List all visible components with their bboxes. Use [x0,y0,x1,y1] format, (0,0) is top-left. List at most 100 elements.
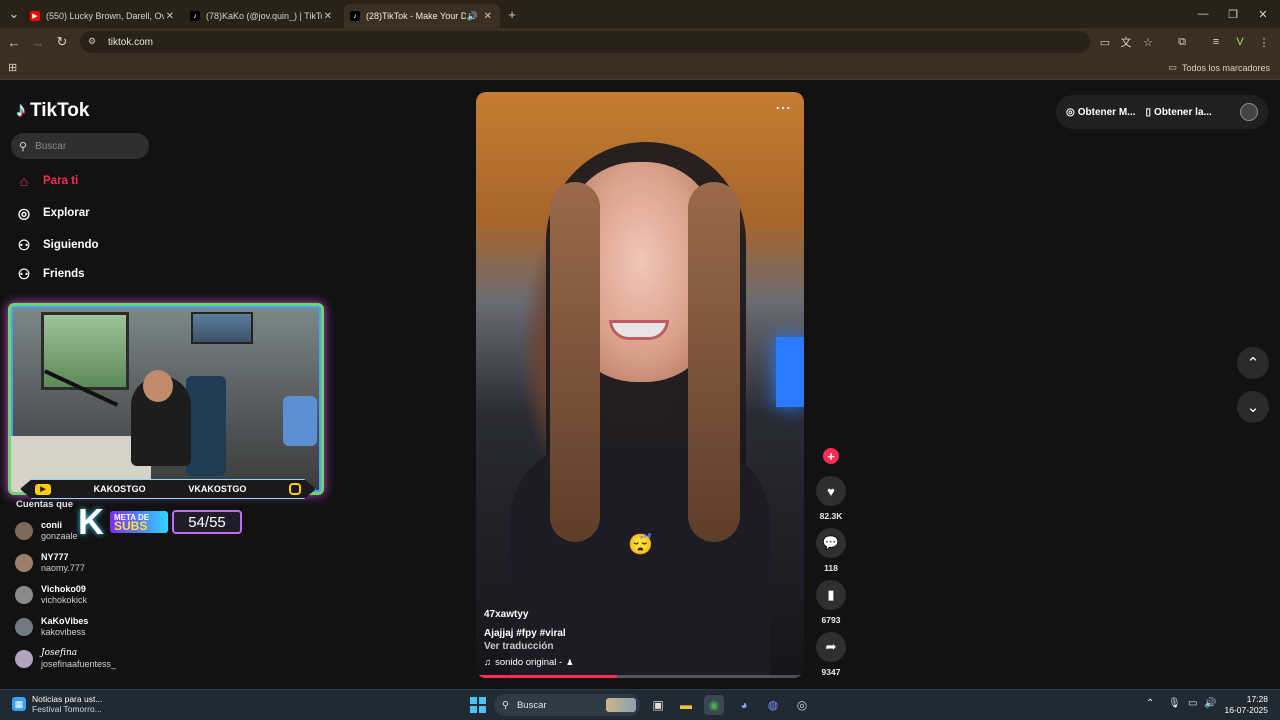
nav-explorar[interactable]: ◎ Explorar [15,202,90,224]
nav-para-ti[interactable]: ⌂ Para ti [15,170,78,192]
like-count: 82.3K [819,511,843,521]
heart-icon[interactable]: ♥ [816,476,846,506]
get-app-button[interactable]: ▯ Obtener la... [1146,107,1212,118]
news-icon: ▦ [12,697,26,711]
stream-webcam-overlay [8,303,324,495]
nav-siguiendo[interactable]: ⚇ Siguiendo [15,234,99,256]
tiktok-logo[interactable]: ♪ TikTok [16,99,89,122]
tab-tiktok-feed[interactable]: ♪ (28)TikTok - Make Your Day 🔊 ✕ [344,4,500,28]
file-explorer-icon[interactable]: ▬ [676,695,696,715]
follow-plus-button[interactable]: + [823,448,839,464]
restore-button[interactable]: ❐ [1216,0,1250,28]
tab-youtube[interactable]: ▶ (550) Lucky Brown, Darell, Ovy ✕ [24,4,182,28]
menu-icon[interactable]: ⋮ [1254,32,1274,52]
back-button[interactable]: ← [4,32,24,52]
previous-video-button[interactable]: ⌃ [1237,347,1269,379]
account-handle: kakovibess [41,627,86,637]
more-options-icon[interactable]: ⋯ [775,98,792,118]
account-item[interactable]: conii gonzaale [15,517,78,545]
volume-icon[interactable]: 🔊 [1204,698,1216,709]
webcam-water-jug [283,396,317,446]
profile-icon[interactable]: V [1230,32,1250,52]
save-action[interactable]: ▮ 6793 [816,580,846,625]
comment-icon[interactable]: 💬 [816,528,846,558]
steam-icon[interactable]: ◎ [792,695,812,715]
youtube-icon: ▶ [35,483,51,495]
account-item[interactable]: Vichoko09 vichokokick [15,581,87,609]
close-tab-icon[interactable]: ✕ [484,11,492,22]
search-highlight-image [606,698,636,712]
video-subject-hair [550,182,600,542]
share-action[interactable]: ➦ 9347 [816,632,846,677]
sound-link[interactable]: ♫ sonido original - ♟ [484,657,573,668]
share-icon[interactable]: ➦ [816,632,846,662]
see-translation-link[interactable]: Ver traducción [484,641,573,652]
tiktok-logo-icon: ♪ [16,99,26,121]
news-widget[interactable]: ▦ Noticias para ust... Festival Tomorro.… [12,694,102,714]
comment-count: 118 [824,563,838,573]
account-handle: vichokokick [41,595,88,605]
account-item[interactable]: KaKoVibes kakovibess [15,613,88,641]
stream-socials-bar: ▶ KAKOSTGO VKAKOSTGO [20,479,316,499]
forward-button[interactable]: → [28,32,48,52]
system-clock[interactable]: 17:28 16-07-2025 [1225,694,1268,716]
close-tab-icon[interactable]: ✕ [324,11,332,22]
instagram-icon [289,483,301,495]
get-coins-button[interactable]: ◎ Obtener M... [1066,107,1136,118]
logo-text: TikTok [30,99,90,121]
chevron-up-icon[interactable]: ⌃ [1146,698,1154,709]
sound-avatar-icon: ♟ [566,658,574,667]
minimize-button[interactable]: — [1186,0,1220,28]
windows-start-icon[interactable] [470,697,486,713]
search-input[interactable] [35,140,136,152]
media-control-icon[interactable]: ≡ [1206,32,1226,52]
account-name: conii [41,520,63,530]
cast-icon[interactable]: ▭ [1095,32,1115,52]
coin-icon: ◎ [1066,106,1075,118]
taskbar-search-label: Buscar [516,699,547,711]
search-box[interactable]: ⚲ [11,133,149,159]
profile-avatar[interactable] [1240,103,1258,121]
all-bookmarks-button[interactable]: ▭ Todos los marcadores [1168,62,1270,73]
home-icon: ⌂ [19,173,29,189]
taskbar-search[interactable]: ⚲ Buscar [494,694,640,716]
bookmark-icon[interactable]: ▮ [816,580,846,610]
video-description: Ajajjaj #fpy #viral [484,628,566,639]
apps-grid-icon[interactable]: ⊞ [8,61,17,74]
app-icon[interactable]: ◍ [763,695,783,715]
tab-search-button[interactable]: ⌄ [4,4,24,24]
close-tab-icon[interactable]: ✕ [166,11,174,22]
video-progress-fill [476,675,618,678]
account-handle: josefinaafuentess_ [41,659,117,669]
video-progress-bar[interactable] [476,675,804,678]
microphone-icon[interactable]: 🎙 [1168,698,1181,709]
goal-count: 54/55 [172,510,242,534]
nav-label: Siguiendo [43,239,99,251]
like-action[interactable]: ♥ 82.3K [816,476,846,521]
chrome-icon[interactable]: ◉ [704,695,724,715]
address-bar[interactable]: ⚙ tiktok.com [80,31,1090,53]
tab-tiktok-profile[interactable]: ♪ (78)KaKo (@jov.quin_) | TikTok ✕ [184,4,340,28]
speaker-icon[interactable]: 🔊 [467,11,478,22]
display-icon[interactable]: ▭ [1188,698,1197,709]
discord-icon[interactable]: ◕ [734,695,754,715]
new-tab-button[interactable]: + [502,4,522,24]
close-window-button[interactable]: ✕ [1246,0,1280,28]
translate-icon[interactable]: 文 [1116,32,1136,52]
task-view-icon[interactable]: ▣ [648,695,668,715]
account-item[interactable]: NY777 naomy.777 [15,549,85,577]
url-text: tiktok.com [108,36,154,48]
comment-action[interactable]: 💬 118 [816,528,846,573]
video-subject-hair [688,182,740,542]
nav-friends[interactable]: ⚇ Friends [15,263,85,285]
account-name: Vichoko09 [41,584,86,594]
reload-button[interactable]: ↻ [52,32,72,52]
account-item[interactable]: Josefina josefinaafuentess_ [15,645,116,673]
site-info-icon[interactable]: ⚙ [88,36,100,48]
video-username[interactable]: 47xawtyy [484,609,573,620]
video-player[interactable]: 😴 ⋯ 47xawtyy Ajajjaj #fpy #viral Ver tra… [476,92,804,678]
extensions-icon[interactable]: ⧉ [1172,32,1192,52]
next-video-button[interactable]: ⌄ [1237,391,1269,423]
bookmark-star-icon[interactable]: ☆ [1138,32,1158,52]
avatar [15,650,33,668]
